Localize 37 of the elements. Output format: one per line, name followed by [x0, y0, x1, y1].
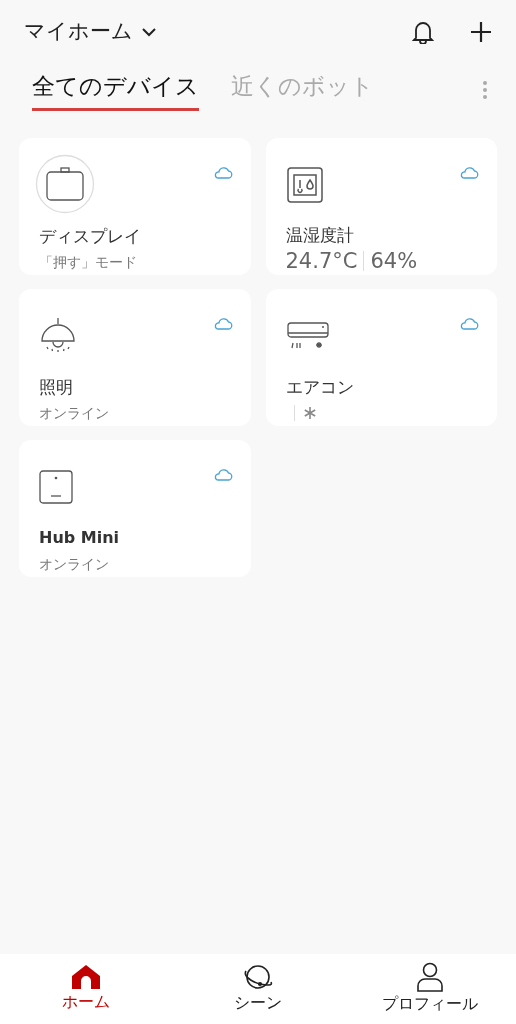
thermometer-icon [285, 165, 324, 204]
device-name: 照明 [39, 376, 74, 399]
device-status: 「押す」モード [39, 253, 138, 272]
tab[interactable]: 全てのデバイス [32, 69, 199, 111]
nav-tab[interactable]: プロフィール [344, 962, 516, 1016]
add-button[interactable] [470, 21, 492, 43]
device-status: オンライン [39, 404, 110, 423]
nav-tab[interactable]: ホーム [0, 964, 172, 1014]
planet-icon [243, 963, 273, 991]
cloud-icon [459, 166, 479, 179]
cloud-icon [212, 468, 233, 481]
nav-tab[interactable]: シーン [172, 963, 344, 1015]
device-name: Hub Mini [39, 527, 121, 549]
chevron-down-icon [141, 27, 157, 37]
device-status: オンライン [39, 555, 110, 574]
device-icon [35, 154, 95, 214]
cloud-icon [212, 317, 233, 330]
home-icon [71, 964, 101, 990]
device-card[interactable]: Hub Mini オンライン [19, 440, 251, 577]
device-card[interactable]: ディスプレイ 「押す」モード [19, 138, 251, 275]
home-selector[interactable]: マイホーム [24, 16, 157, 48]
temperature-reading: 24.7°C [285, 248, 358, 275]
lamp-icon [39, 317, 77, 355]
plus-icon [470, 21, 492, 43]
cloud-icon [459, 317, 479, 330]
device-name: ディスプレイ [39, 225, 142, 248]
hub-icon [39, 470, 73, 504]
device-card[interactable]: エアコン [265, 289, 497, 426]
device-name: エアコン [285, 376, 355, 399]
notification-button[interactable] [412, 20, 434, 44]
device-card[interactable]: 照明 オンライン [19, 289, 251, 426]
device-name: 温湿度計 [285, 224, 355, 247]
user-icon [416, 962, 444, 992]
humidity-reading: 64% [370, 248, 418, 275]
device-card[interactable]: 温湿度計 24.7°C 64% [265, 138, 497, 275]
bell-icon [412, 20, 434, 44]
cloud-icon [212, 166, 233, 179]
